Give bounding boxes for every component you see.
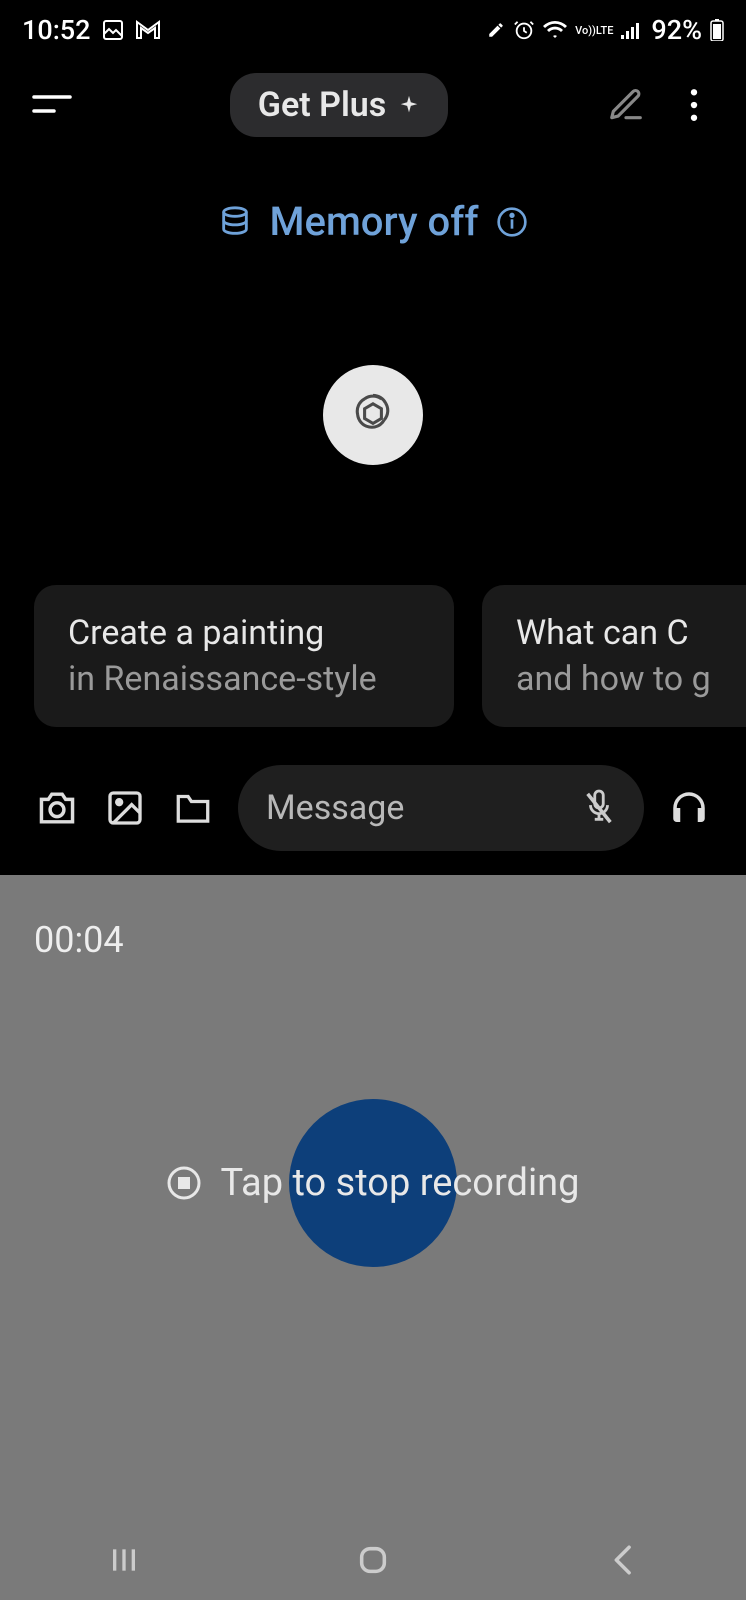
memory-off-label: Memory off bbox=[270, 198, 479, 245]
status-right: Vo)) LTE 92% bbox=[487, 14, 724, 46]
android-nav-bar bbox=[0, 1520, 746, 1600]
suggestion-subtitle: and how to g bbox=[516, 659, 746, 699]
suggestion-card[interactable]: What can C and how to g bbox=[482, 585, 746, 727]
openai-logo bbox=[323, 365, 423, 465]
signal-icon bbox=[621, 21, 643, 39]
gallery-icon bbox=[101, 18, 125, 42]
suggestion-card[interactable]: Create a painting in Renaissance-style bbox=[34, 585, 454, 727]
folder-button[interactable] bbox=[170, 785, 216, 831]
recording-panel: 00:04 Tap to stop recording bbox=[0, 875, 746, 1600]
more-options-button[interactable] bbox=[670, 81, 718, 129]
get-plus-label: Get Plus bbox=[258, 85, 386, 125]
suggestion-title: What can C bbox=[516, 613, 746, 653]
new-chat-button[interactable] bbox=[602, 81, 650, 129]
stop-icon bbox=[166, 1165, 202, 1201]
sparkle-icon bbox=[398, 94, 420, 116]
gmail-icon bbox=[135, 20, 161, 40]
alarm-icon bbox=[513, 19, 535, 41]
headphones-button[interactable] bbox=[666, 785, 712, 831]
logo-wrap bbox=[0, 265, 746, 525]
suggestion-title: Create a painting bbox=[68, 613, 420, 653]
info-icon[interactable] bbox=[496, 206, 528, 238]
image-button[interactable] bbox=[102, 785, 148, 831]
recording-timer: 00:04 bbox=[0, 875, 746, 1005]
message-placeholder: Message bbox=[266, 788, 562, 828]
battery-icon bbox=[710, 19, 724, 41]
mic-muted-icon[interactable] bbox=[582, 788, 616, 828]
app-header: Get Plus bbox=[0, 60, 746, 150]
battery-percent: 92% bbox=[651, 14, 702, 46]
pencil-icon bbox=[487, 21, 505, 39]
status-bar: 10:52 Vo)) LTE 92% bbox=[0, 0, 746, 60]
camera-button[interactable] bbox=[34, 785, 80, 831]
get-plus-button[interactable]: Get Plus bbox=[230, 73, 448, 137]
recording-center[interactable]: Tap to stop recording bbox=[0, 1005, 746, 1520]
wifi-icon bbox=[543, 20, 567, 40]
recents-button[interactable] bbox=[64, 1535, 184, 1585]
database-icon bbox=[218, 205, 252, 239]
back-button[interactable] bbox=[562, 1535, 682, 1585]
status-left: 10:52 bbox=[22, 14, 161, 46]
home-button[interactable] bbox=[313, 1535, 433, 1585]
volte-icon: Vo)) LTE bbox=[575, 25, 613, 36]
input-bar: Message bbox=[0, 727, 746, 875]
memory-off-banner[interactable]: Memory off bbox=[0, 150, 746, 265]
message-input[interactable]: Message bbox=[238, 765, 644, 851]
suggestion-subtitle: in Renaissance-style bbox=[68, 659, 420, 699]
status-time: 10:52 bbox=[22, 14, 91, 46]
suggestion-row[interactable]: Create a painting in Renaissance-style W… bbox=[0, 525, 746, 727]
recording-label: Tap to stop recording bbox=[220, 1161, 579, 1205]
menu-button[interactable] bbox=[28, 81, 76, 129]
